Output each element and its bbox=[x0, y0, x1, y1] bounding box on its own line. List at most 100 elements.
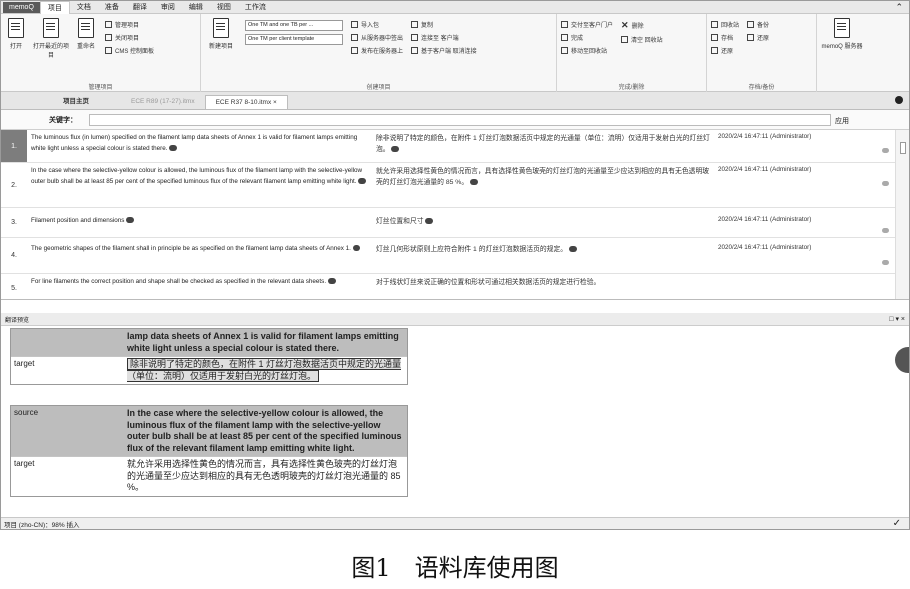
restore-backup-icon bbox=[747, 34, 755, 41]
tab-project-home[interactable]: 项目主页 bbox=[31, 95, 121, 109]
status-text: 项目 (zho-CN)：98% 插入 bbox=[4, 522, 80, 529]
manage-icon bbox=[105, 21, 112, 28]
rename-button[interactable]: 重命名 bbox=[71, 18, 101, 50]
archive-icon bbox=[711, 34, 718, 41]
server-icon bbox=[834, 18, 850, 38]
template-box-1[interactable]: One TM and one TB per ... bbox=[245, 20, 343, 31]
import-package-button[interactable]: 导入包 bbox=[351, 20, 403, 29]
disconnect-client-button[interactable]: 基于客户端 取消连接 bbox=[411, 46, 477, 55]
checkout-server-button[interactable]: 从服务器中签出 bbox=[351, 33, 403, 42]
tab-edit[interactable]: 编辑 bbox=[182, 1, 210, 14]
table-row[interactable]: 5. For line filaments the correct positi… bbox=[1, 274, 895, 299]
trash-icon bbox=[621, 36, 629, 43]
delete-button[interactable]: ✕ 删除 bbox=[621, 20, 663, 31]
connect-client-button[interactable]: 连接至 客户端 bbox=[411, 33, 477, 42]
source-label bbox=[11, 329, 124, 356]
target-cell[interactable]: 就允许采用选择性黄色的情况而言，具有选择性黄色玻壳的灯丝灯泡的光通量至少应达到相… bbox=[372, 163, 714, 207]
copy-button[interactable]: 复制 bbox=[411, 20, 477, 29]
source-cell[interactable]: Filament position and dimensions bbox=[27, 208, 372, 237]
modified-info: 2020/2/4 16:47:11 (Administrator) bbox=[718, 133, 812, 140]
tab-documents[interactable]: 文档 bbox=[70, 1, 98, 14]
group-label-archive: 存档/备份 bbox=[748, 85, 775, 91]
publish-server-button[interactable]: 发布在服务器上 bbox=[351, 46, 403, 55]
source-cell[interactable]: For line filaments the correct position … bbox=[27, 274, 372, 299]
recycle-bin-button[interactable]: 回收站 bbox=[711, 20, 739, 29]
target-cell[interactable]: 灯丝几何形状原则上应符合附件 1 的灯丝灯泡数据活页的规定。 bbox=[372, 238, 714, 273]
template-box-2[interactable]: One TM per client template bbox=[245, 34, 343, 45]
filter-bar: 关键字： 应用 bbox=[1, 110, 909, 130]
tab-review[interactable]: 审阅 bbox=[154, 1, 182, 14]
tab-workflow[interactable]: 工作流 bbox=[238, 1, 273, 14]
scrollbar-thumb[interactable] bbox=[900, 142, 906, 154]
manage-projects-button[interactable]: 管理项目 bbox=[105, 20, 154, 29]
source-label: source bbox=[11, 406, 124, 456]
group-archive-backup: 回收站 存档 还原 备份 还原 存档/备份 bbox=[707, 14, 817, 92]
panel-controls[interactable]: □ ▾ × bbox=[889, 315, 905, 323]
target-cell[interactable]: 对于线状灯丝来说正确的位置和形状可通过相关数据活页的规定进行检验。 bbox=[372, 274, 714, 299]
target-cell[interactable]: 灯丝位置和尺寸 bbox=[372, 208, 714, 237]
group-label-manage: 管理项目 bbox=[88, 85, 113, 91]
panel-header: 翻译预览 □ ▾ × bbox=[1, 313, 909, 326]
complete-button[interactable]: 完成 bbox=[561, 33, 613, 42]
source-cell[interactable]: The luminous flux (in lumen) specified o… bbox=[27, 130, 372, 162]
restore-backup-button[interactable]: 还原 bbox=[747, 33, 769, 42]
tab-ece-r89[interactable]: ECE R89 (17-27).itmx bbox=[121, 95, 205, 109]
app-logo[interactable]: memoQ bbox=[3, 1, 40, 13]
bin-icon bbox=[711, 21, 718, 28]
comment-icon[interactable] bbox=[882, 181, 889, 186]
target-label: target bbox=[14, 459, 35, 468]
move-recycle-button[interactable]: 移动至回收站 bbox=[561, 46, 613, 55]
preview-block: source In the case where the selective-y… bbox=[10, 405, 408, 497]
publish-icon bbox=[351, 47, 358, 54]
comment-icon[interactable] bbox=[882, 148, 889, 153]
collapse-ribbon-icon[interactable]: ⌃ bbox=[895, 2, 903, 13]
archive-button[interactable]: 存档 bbox=[711, 33, 739, 42]
empty-recycle-button[interactable]: 清空 回收站 bbox=[621, 35, 663, 44]
tab-ece-r37[interactable]: ECE R37 8-10.itmx × bbox=[204, 95, 288, 109]
tab-view[interactable]: 视图 bbox=[210, 1, 238, 14]
new-project-button[interactable]: 新建项目 bbox=[201, 18, 241, 50]
row-number: 2. bbox=[11, 181, 17, 189]
side-knob-icon[interactable] bbox=[895, 347, 909, 373]
preview-source-row: lamp data sheets of Annex 1 is valid for… bbox=[11, 329, 407, 357]
modified-info: 2020/2/4 16:47:11 (Administrator) bbox=[718, 166, 812, 173]
open-button[interactable]: 打开 bbox=[1, 18, 31, 50]
table-row[interactable]: 4. The geometric shapes of the filament … bbox=[1, 238, 895, 274]
table-row[interactable]: 3. Filament position and dimensions 灯丝位置… bbox=[1, 208, 895, 238]
memoq-window: memoQ 项目 文档 准备 翻译 审阅 编辑 视图 工作流 ⌃ 打开 打开最近… bbox=[0, 0, 910, 530]
group-label-create: 创建项目 bbox=[366, 85, 391, 91]
tag-icon bbox=[391, 146, 400, 153]
tag-icon bbox=[425, 218, 434, 225]
open-recent-button[interactable]: 打开最近的项目 bbox=[31, 18, 71, 59]
comment-icon[interactable] bbox=[882, 260, 889, 265]
recent-projects-icon bbox=[43, 18, 59, 38]
table-row[interactable]: 2. In the case where the selective-yello… bbox=[1, 163, 895, 208]
memoq-server-button[interactable]: memoQ 服务器 bbox=[817, 18, 867, 50]
checkout-icon bbox=[351, 34, 358, 41]
rename-icon bbox=[78, 18, 94, 38]
close-project-button[interactable]: 关闭项目 bbox=[105, 33, 154, 42]
backup-button[interactable]: 备份 bbox=[747, 20, 769, 29]
ribbon: 打开 打开最近的项目 重命名 管理项目 关闭项目 CMS 控制面板 管理项目 新… bbox=[1, 14, 909, 92]
tab-prepare[interactable]: 准备 bbox=[98, 1, 126, 14]
deliver-portal-button[interactable]: 交付至客户门户 bbox=[561, 20, 613, 29]
figure-caption: 图1 语料库使用图 bbox=[351, 554, 559, 582]
preview-block: lamp data sheets of Annex 1 is valid for… bbox=[10, 328, 408, 385]
source-cell[interactable]: The geometric shapes of the filament sha… bbox=[27, 238, 372, 273]
document-tab-bar: 项目主页 ECE R89 (17-27).itmx ECE R37 8-10.i… bbox=[1, 92, 909, 110]
apply-button[interactable]: 应用 bbox=[835, 116, 849, 126]
comment-icon[interactable] bbox=[882, 228, 889, 233]
source-cell[interactable]: In the case where the selective-yellow c… bbox=[27, 163, 372, 207]
tab-project[interactable]: 项目 bbox=[39, 1, 70, 14]
check-icon: ✓ bbox=[892, 518, 901, 529]
restore-button[interactable]: 还原 bbox=[711, 46, 739, 55]
target-cell[interactable]: 除非说明了特定的颜色，在附件 1 灯丝灯泡数据活页中规定的光通量（单位：流明）仅… bbox=[372, 130, 714, 162]
tab-translate[interactable]: 翻译 bbox=[126, 1, 154, 14]
cms-dashboard-button[interactable]: CMS 控制面板 bbox=[105, 46, 154, 55]
group-create-project: 新建项目 One TM and one TB per ... One TM pe… bbox=[201, 14, 557, 92]
grid-scrollbar[interactable] bbox=[895, 130, 909, 299]
table-row[interactable]: 1. The luminous flux (in lumen) specifie… bbox=[1, 130, 895, 163]
keyword-input[interactable] bbox=[89, 114, 831, 126]
ribbon-tab-bar: memoQ 项目 文档 准备 翻译 审阅 编辑 视图 工作流 ⌃ bbox=[1, 1, 909, 14]
deliver-icon bbox=[561, 21, 568, 28]
